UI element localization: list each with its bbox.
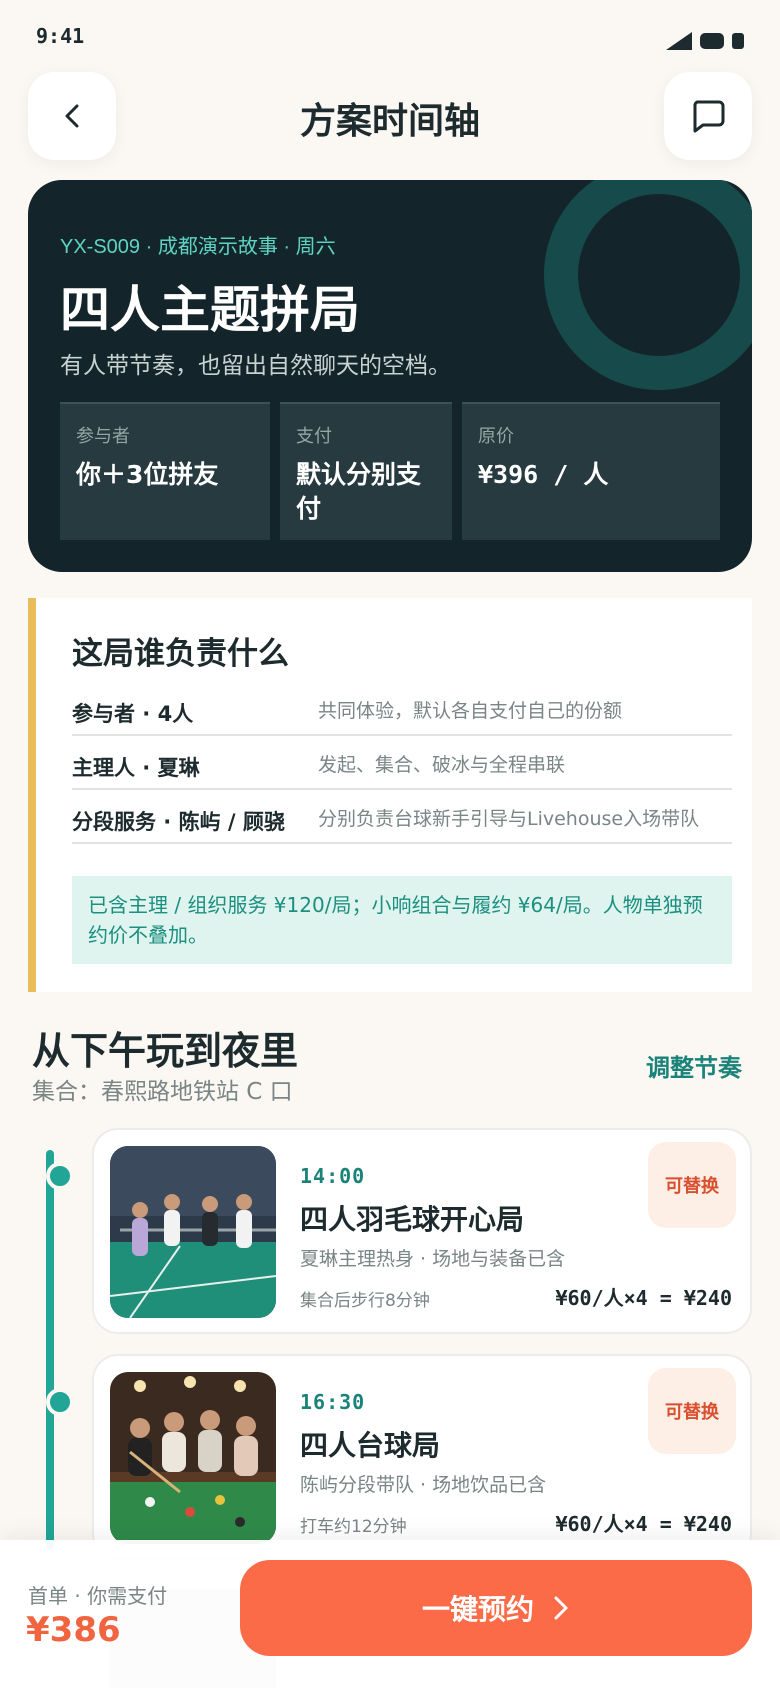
replaceable-badge[interactable]: 可替换 — [648, 1142, 736, 1228]
role-desc: 分别负责台球新手引导与Livehouse入场带队 — [318, 808, 700, 830]
book-button-label: 一键预约 — [421, 1593, 534, 1626]
price-note: 已含主理 / 组织服务 ¥120/局；小响组合与履约 ¥64/局。人物单独预约价… — [72, 876, 732, 964]
stat-original-price: 原价 ¥396 / 人 — [462, 402, 720, 540]
stat-label: 原价 — [478, 426, 514, 447]
timeline-dot — [46, 1162, 74, 1190]
meeting-point: 集合：春熙路地铁站 C 口 — [32, 1079, 293, 1105]
role-row: 参与者 · 4人 共同体验，默认各自支付自己的份额 — [72, 678, 732, 736]
plan-title: 四人主题拼局 — [60, 281, 360, 339]
activity-time: 16:30 — [300, 1390, 366, 1414]
activity-name: 四人台球局 — [300, 1429, 441, 1462]
billiards-photo — [110, 1372, 276, 1544]
stat-label: 支付 — [296, 426, 332, 447]
plan-subtitle: 有人带节奏，也留出自然聊天的空档。 — [60, 353, 451, 379]
plan-meta: YX-S009 · 成都演示故事 · 周六 — [60, 236, 336, 258]
pay-label: 首单 · 你需支付 — [28, 1584, 168, 1608]
wifi-icon — [700, 33, 724, 49]
role-desc: 发起、集合、破冰与全程串联 — [318, 754, 566, 776]
status-icons — [666, 32, 744, 50]
timeline-dot — [46, 1388, 74, 1416]
stat-payment: 支付 默认分别支付 — [280, 402, 452, 540]
activity-price: ¥60/人×4 = ¥240 — [555, 1286, 732, 1310]
header: 方案时间轴 — [0, 70, 780, 162]
role-name: 分段服务 · 陈屿 / 顾骁 — [72, 810, 285, 834]
stat-value: 默认分别支付 — [296, 460, 422, 523]
status-time: 9:41 — [36, 24, 85, 48]
activity-name: 四人羽毛球开心局 — [300, 1203, 525, 1236]
plan-hero-card: YX-S009 · 成都演示故事 · 周六 四人主题拼局 有人带节奏，也留出自然… — [28, 180, 752, 572]
timeline-title: 从下午玩到夜里 — [32, 1029, 299, 1073]
one-click-book-button[interactable]: 一键预约 — [240, 1560, 752, 1656]
role-row: 分段服务 · 陈屿 / 顾骁 分别负责台球新手引导与Livehouse入场带队 — [72, 786, 732, 844]
bottom-action-bar: 首单 · 你需支付 ¥386 一键预约 — [0, 1540, 780, 1688]
stat-label: 参与者 — [76, 426, 130, 447]
activity-price: ¥60/人×4 = ¥240 — [555, 1512, 732, 1536]
stat-value: ¥396 / 人 — [478, 460, 609, 489]
page-title: 方案时间轴 — [299, 101, 480, 142]
role-name: 参与者 · 4人 — [72, 702, 194, 726]
decorative-ring — [544, 180, 752, 390]
signal-icon — [666, 32, 692, 50]
chat-button[interactable] — [664, 72, 752, 160]
adjust-rhythm-link[interactable]: 调整节奏 — [646, 1048, 742, 1083]
activity-card[interactable]: 14:00 四人羽毛球开心局 夏琳主理热身 · 场地与装备已含 集合后步行8分钟… — [92, 1128, 752, 1334]
stat-value: 你＋3位拼友 — [76, 460, 219, 489]
pay-amount: ¥386 — [26, 1610, 121, 1650]
role-desc: 共同体验，默认各自支付自己的份额 — [318, 700, 623, 722]
stat-participants: 参与者 你＋3位拼友 — [60, 402, 270, 540]
activity-card[interactable]: 16:30 四人台球局 陈屿分段带队 · 场地饮品已含 打车约12分钟 ¥60/… — [92, 1354, 752, 1560]
chevron-right-icon — [554, 1596, 568, 1620]
battery-icon — [732, 33, 744, 49]
role-name: 主理人 · 夏琳 — [72, 756, 200, 780]
replaceable-badge[interactable]: 可替换 — [648, 1368, 736, 1454]
role-row: 主理人 · 夏琳 发起、集合、破冰与全程串联 — [72, 732, 732, 790]
activity-travel: 打车约12分钟 — [300, 1517, 407, 1537]
activity-desc: 陈屿分段带队 · 场地饮品已含 — [300, 1474, 547, 1496]
status-bar: 9:41 — [0, 0, 780, 70]
activity-travel: 集合后步行8分钟 — [300, 1291, 430, 1311]
timeline-line — [46, 1150, 54, 1550]
activity-desc: 夏琳主理热身 · 场地与装备已含 — [300, 1248, 566, 1270]
roles-title: 这局谁负责什么 — [72, 636, 289, 672]
chat-bubble-icon — [693, 100, 725, 133]
badminton-photo — [110, 1146, 276, 1318]
activity-time: 14:00 — [300, 1164, 366, 1188]
roles-card: 这局谁负责什么 参与者 · 4人 共同体验，默认各自支付自己的份额 主理人 · … — [28, 598, 752, 992]
